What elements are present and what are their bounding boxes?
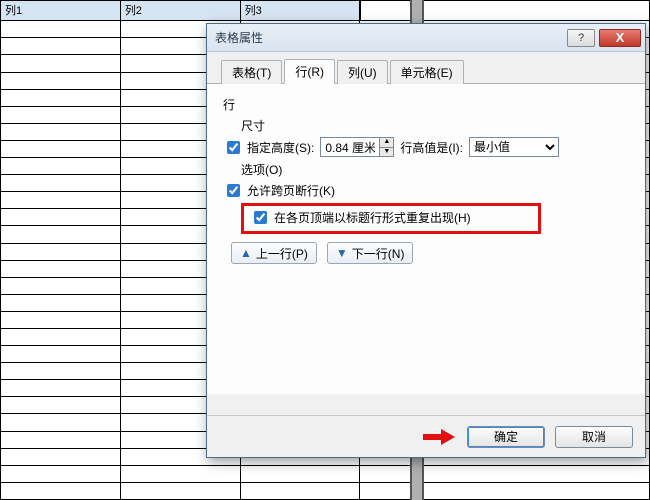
prev-row-button[interactable]: ▲ 上一行(P) xyxy=(231,242,317,264)
repeat-header-text: 在各页顶端以标题行形式重复出现(H) xyxy=(274,209,471,226)
col-header-2[interactable]: 列2 xyxy=(120,1,240,21)
row-height-is-label: 行高值是(I): xyxy=(400,139,463,156)
row-height-type-select[interactable]: 最小值 xyxy=(469,137,559,157)
annotation-arrow-icon xyxy=(423,430,457,444)
allow-break-input[interactable] xyxy=(227,184,240,197)
specify-height-input[interactable] xyxy=(227,141,240,154)
spin-down-icon[interactable]: ▼ xyxy=(379,147,393,156)
table-header-row: 列1 列2 列3 xyxy=(1,1,650,21)
specify-height-text: 指定高度(S): xyxy=(247,139,314,156)
titlebar[interactable]: 表格属性 ? X xyxy=(207,24,645,52)
arrow-up-icon: ▲ xyxy=(240,246,252,260)
options-label: 选项(O) xyxy=(241,161,629,178)
allow-break-text: 允许跨页断行(K) xyxy=(247,182,335,199)
spin-up-icon[interactable]: ▲ xyxy=(379,138,393,147)
next-row-label: 下一行(N) xyxy=(352,245,405,262)
tab-strip: 表格(T) 行(R) 列(U) 单元格(E) xyxy=(207,52,645,84)
dialog-title: 表格属性 xyxy=(215,29,563,46)
prev-row-label: 上一行(P) xyxy=(256,245,308,262)
dialog-footer: 确定 取消 xyxy=(207,415,645,457)
col-header-3[interactable]: 列3 xyxy=(240,1,360,21)
col-header-1[interactable]: 列1 xyxy=(1,1,121,21)
size-label: 尺寸 xyxy=(241,117,629,134)
tab-table[interactable]: 表格(T) xyxy=(221,60,282,84)
help-icon: ? xyxy=(578,32,584,44)
repeat-header-input[interactable] xyxy=(254,211,267,224)
help-button[interactable]: ? xyxy=(567,29,595,47)
table-row xyxy=(1,482,650,499)
tab-cell[interactable]: 单元格(E) xyxy=(390,60,464,84)
table-properties-dialog: 表格属性 ? X 表格(T) 行(R) 列(U) 单元格(E) 行 尺寸 指定高… xyxy=(206,23,646,458)
repeat-header-checkbox[interactable]: 在各页顶端以标题行形式重复出现(H) xyxy=(250,208,532,227)
close-button[interactable]: X xyxy=(599,29,641,47)
height-value-input[interactable] xyxy=(321,138,379,156)
close-icon: X xyxy=(616,30,625,45)
height-spinner[interactable]: ▲ ▼ xyxy=(320,137,394,157)
next-row-button[interactable]: ▼ 下一行(N) xyxy=(327,242,414,264)
ok-button[interactable]: 确定 xyxy=(467,426,545,448)
highlight-box: 在各页顶端以标题行形式重复出现(H) xyxy=(241,203,541,234)
specify-height-checkbox[interactable]: 指定高度(S): xyxy=(223,138,314,157)
allow-break-checkbox[interactable]: 允许跨页断行(K) xyxy=(223,181,335,200)
row-label: 行 xyxy=(223,96,629,113)
row-tab-pane: 行 尺寸 指定高度(S): ▲ ▼ 行高值是(I): 最小值 选项(O) xyxy=(207,84,645,394)
arrow-down-icon: ▼ xyxy=(336,246,348,260)
tab-column[interactable]: 列(U) xyxy=(337,60,388,84)
tab-row[interactable]: 行(R) xyxy=(284,59,335,84)
col-header-blank xyxy=(360,1,650,21)
cancel-button[interactable]: 取消 xyxy=(555,426,633,448)
table-row xyxy=(1,465,650,482)
